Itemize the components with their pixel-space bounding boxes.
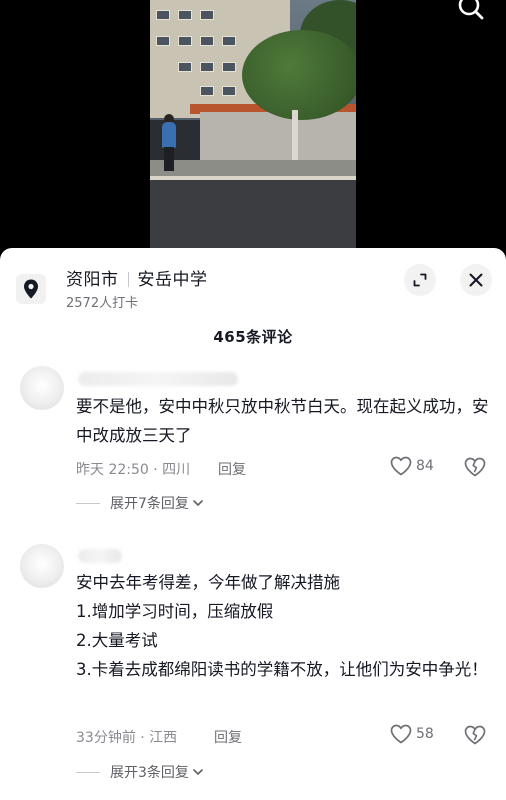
reply-button[interactable]: 回复 <box>218 459 246 479</box>
comment-text: 安中去年考得差，今年做了解决措施 1.增加学习时间，压缩放假 2.大量考试 3.… <box>76 573 488 679</box>
video-person-legs <box>164 147 174 171</box>
location-name: 安岳中学 <box>137 270 208 290</box>
expand-replies-label: 展开7条回复 <box>110 496 189 512</box>
comment-count-header: 465条评论 <box>213 328 293 346</box>
dislike-button[interactable] <box>464 725 486 749</box>
video-tree-trunk <box>292 110 298 165</box>
search-button[interactable] <box>454 0 488 24</box>
location-pin-icon <box>24 279 38 299</box>
checkin-count: 2572人打卡 <box>66 296 139 311</box>
heart-icon <box>390 456 412 476</box>
expand-button[interactable] <box>404 264 436 296</box>
comments-sheet: 资阳市 安岳中学 2572人打卡 465条评论 要不是他，安中中秋只放中秋节白天。… <box>0 248 506 800</box>
close-button[interactable] <box>460 264 492 296</box>
video-frame <box>150 0 356 252</box>
avatar[interactable] <box>20 366 64 410</box>
close-icon <box>469 273 483 287</box>
video-tree-crown <box>242 30 356 120</box>
video-road <box>150 180 356 252</box>
expand-replies-label: 展开3条回复 <box>110 765 189 781</box>
chevron-down-icon <box>193 769 203 775</box>
expand-replies-button[interactable]: 展开7条回复 <box>76 493 204 513</box>
like-button[interactable]: 84 <box>390 456 434 476</box>
expand-replies-button[interactable]: 展开3条回复 <box>76 762 204 782</box>
reply-button[interactable]: 回复 <box>214 727 242 747</box>
search-icon <box>458 0 484 20</box>
location-divider <box>127 272 129 287</box>
username-blurred[interactable] <box>78 549 122 563</box>
like-count: 58 <box>416 726 434 742</box>
broken-heart-icon <box>464 725 486 745</box>
video-person <box>162 122 176 148</box>
like-button[interactable]: 58 <box>390 724 434 744</box>
comment-text: 要不是他，安中中秋只放中秋节白天。现在起义成功，安中改成放三天了 <box>76 397 489 445</box>
avatar[interactable] <box>20 544 64 588</box>
heart-icon <box>390 724 412 744</box>
location-title[interactable]: 资阳市 安岳中学 <box>66 265 208 290</box>
video-wall <box>200 112 356 162</box>
expand-replies-dash <box>76 771 100 773</box>
like-count: 84 <box>416 458 434 474</box>
location-city: 资阳市 <box>66 270 119 290</box>
dislike-button[interactable] <box>464 457 486 481</box>
video-player[interactable] <box>0 0 506 260</box>
comment-time-region: 昨天 22:50 · 四川 <box>76 462 191 478</box>
chevron-down-icon <box>193 500 203 506</box>
broken-heart-icon <box>464 457 486 477</box>
expand-icon <box>413 273 427 287</box>
expand-replies-dash <box>76 502 100 504</box>
comment-time-region: 33分钟前 · 江西 <box>76 730 178 746</box>
location-button[interactable] <box>16 274 46 304</box>
username-blurred[interactable] <box>78 372 238 386</box>
